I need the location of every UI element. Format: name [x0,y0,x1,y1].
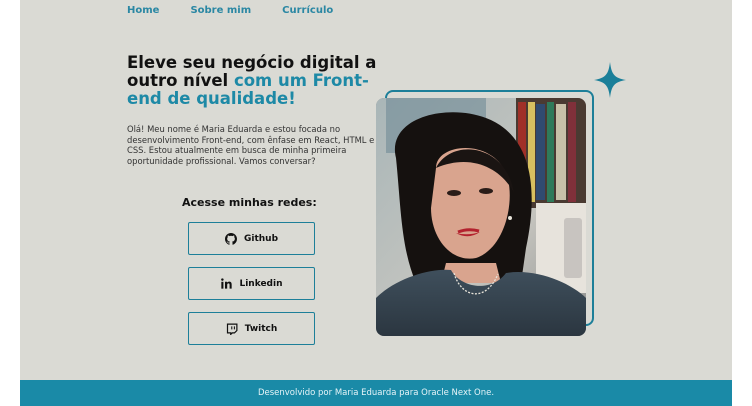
linkedin-icon [220,278,232,290]
footer-text: Desenvolvido por Maria Eduarda para Orac… [257,388,495,398]
github-button[interactable]: Github [188,222,315,255]
nav-cv-link[interactable]: Currículo [282,5,333,16]
github-label: Github [243,233,279,244]
page-container: Home Sobre mim Currículo Eleve seu negóc… [20,0,732,406]
github-icon [224,232,237,245]
twitch-label: Twitch [244,323,278,334]
twitch-icon [226,323,238,335]
nav-home-link[interactable]: Home [127,5,159,16]
nav-about-link[interactable]: Sobre mim [190,5,251,16]
intro-paragraph: Olá! Meu nome é Maria Eduarda e estou fo… [127,124,375,166]
sparkle-icon [594,62,626,98]
profile-photo [376,98,586,336]
social-title: Acesse minhas redes: [182,196,317,209]
top-nav: Home Sobre mim Currículo [127,5,364,16]
linkedin-button[interactable]: Linkedin [188,267,315,300]
page-footer: Desenvolvido por Maria Eduarda para Orac… [20,380,732,406]
hero-headline: Eleve seu negócio digital a outro nível … [127,54,387,108]
twitch-button[interactable]: Twitch [188,312,315,345]
linkedin-label: Linkedin [239,278,283,289]
